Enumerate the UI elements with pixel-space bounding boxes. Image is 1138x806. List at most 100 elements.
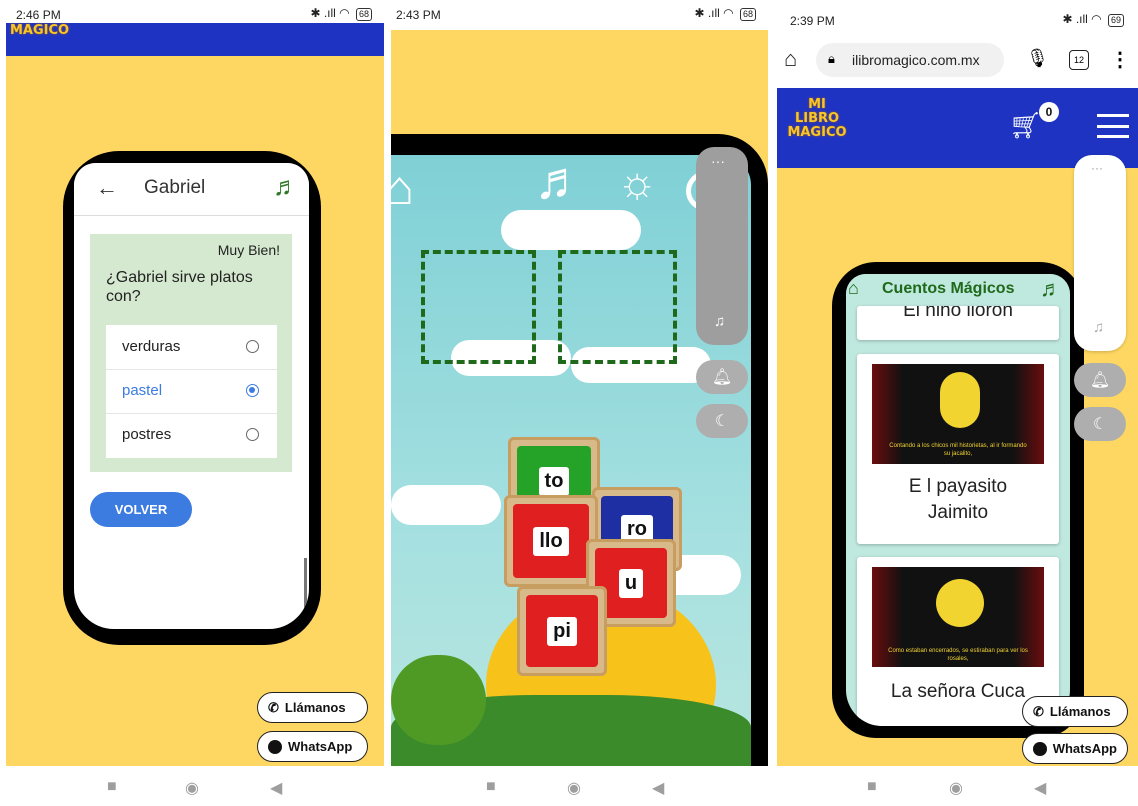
- battery-icon: 68: [739, 8, 756, 21]
- bell-button[interactable]: 🔔︎: [1074, 363, 1126, 397]
- back-icon[interactable]: ◀: [270, 778, 282, 798]
- phone-icon: ✆: [268, 699, 279, 715]
- story-thumbnail: Como estaban encerrados, se estiraban pa…: [872, 567, 1044, 667]
- phone-frame: ⌂ Cuentos Mágicos ♬ El niño llorón Conta…: [832, 262, 1084, 738]
- android-nav-bar: ■ ◉ ◀: [386, 766, 770, 806]
- bell-icon: 🔔︎: [711, 369, 733, 386]
- whatsapp-icon: [1033, 741, 1047, 756]
- call-label: Llámanos: [1049, 704, 1111, 719]
- battery-icon: 69: [1107, 14, 1124, 27]
- whatsapp-button[interactable]: WhatsApp: [257, 731, 368, 762]
- drop-slot-2[interactable]: [558, 250, 677, 364]
- home-icon[interactable]: ⌂: [848, 278, 859, 299]
- story-card[interactable]: Contando a los chicos mil historietas, a…: [857, 354, 1059, 544]
- phone-frame: ← Gabriel ♬ Muy Bien! ¿Gabriel sirve pla…: [63, 151, 321, 645]
- url-text: ilibromagico.com.mx: [852, 52, 980, 68]
- address-bar[interactable]: 🔒︎ ilibromagico.com.mx: [816, 43, 1004, 77]
- home-icon[interactable]: ◉: [567, 778, 581, 798]
- phone-icon: ✆: [1033, 703, 1044, 719]
- logo-line: MAGICO: [787, 125, 847, 140]
- kebab-menu-icon[interactable]: ⋮: [1110, 47, 1130, 72]
- browser-toolbar: ⌂ 🔒︎ ilibromagico.com.mx 🎙︎ 12 ⋮: [770, 38, 1138, 86]
- cloud: [391, 485, 501, 525]
- home-icon[interactable]: ◉: [949, 778, 963, 798]
- question-text: ¿Gabriel sirve platos con?: [106, 269, 253, 305]
- back-arrow-icon[interactable]: ←: [96, 175, 118, 201]
- radio-button[interactable]: [246, 340, 259, 353]
- more-dots-icon[interactable]: ···: [711, 153, 725, 169]
- music-off-icon[interactable]: ♬: [1040, 276, 1062, 302]
- radio-button[interactable]: [246, 428, 259, 441]
- option-pastel[interactable]: pastel: [106, 369, 277, 414]
- android-nav-bar: ■ ◉ ◀: [0, 766, 386, 806]
- status-bar: 2:39 PM ✱ .ıll ◠ 69: [770, 0, 1138, 30]
- status-time: 2:46 PM: [16, 8, 61, 22]
- music-note-icon[interactable]: ♫: [1093, 319, 1104, 336]
- option-postres[interactable]: postres: [106, 413, 277, 457]
- recents-icon[interactable]: ■: [486, 778, 496, 796]
- status-icons: ✱ .ıll ◠ 69: [1062, 12, 1124, 27]
- music-off-icon[interactable]: ♬: [273, 171, 299, 202]
- whatsapp-button[interactable]: WhatsApp: [1022, 733, 1128, 764]
- cube-label: llo: [533, 526, 569, 556]
- drop-slot-1[interactable]: [421, 250, 536, 364]
- cube-label: to: [538, 466, 570, 496]
- radio-button-selected[interactable]: [246, 384, 259, 397]
- story-card[interactable]: El niño llorón: [857, 306, 1059, 340]
- feedback-text: Muy Bien!: [217, 242, 280, 258]
- home-icon[interactable]: ◉: [185, 778, 199, 798]
- back-icon[interactable]: ◀: [1034, 778, 1046, 798]
- tree: [391, 655, 486, 745]
- app-header: ← Gabriel ♬: [74, 163, 309, 216]
- home-outline-icon[interactable]: ⌂: [391, 165, 414, 213]
- status-time: 2:43 PM: [396, 8, 441, 22]
- site-logo[interactable]: MAGICO: [10, 23, 69, 38]
- status-icons: ✱ .ıll ◠ 68: [310, 6, 372, 21]
- cloud: [501, 210, 641, 250]
- screenshot-quiz: 2:46 PM ✱ .ıll ◠ 68 MAGICO ← Gabriel ♬ M…: [0, 0, 386, 806]
- scrollbar[interactable]: [304, 558, 307, 613]
- more-dots-icon[interactable]: ···: [1091, 161, 1103, 175]
- lock-icon: 🔒︎: [828, 51, 835, 66]
- whatsapp-icon: [268, 739, 282, 754]
- dark-mode-button[interactable]: ☾: [696, 404, 748, 438]
- recents-icon[interactable]: ■: [107, 778, 117, 796]
- bell-button[interactable]: 🔔︎: [696, 360, 748, 394]
- music-note-icon[interactable]: ♫: [714, 313, 725, 330]
- android-nav-bar: ■ ◉ ◀: [770, 766, 1138, 806]
- clown-figure: [940, 372, 980, 428]
- hint-bulb-icon[interactable]: ☼: [617, 161, 657, 205]
- header-title: Cuentos Mágicos: [882, 280, 1015, 297]
- screenshot-store: 2:39 PM ✱ .ıll ◠ 69 ⌂ 🔒︎ ilibromagico.co…: [770, 0, 1138, 806]
- chick-figure: [936, 579, 984, 627]
- back-icon[interactable]: ◀: [652, 778, 664, 798]
- status-time: 2:39 PM: [790, 14, 835, 28]
- options-list: verduras pastel postres: [106, 325, 277, 458]
- option-label: pastel: [122, 382, 163, 399]
- cube-label: pi: [547, 616, 577, 646]
- quiz-card: Muy Bien! ¿Gabriel sirve platos con? ver…: [90, 234, 292, 472]
- call-button[interactable]: ✆ Llámanos: [257, 692, 368, 723]
- header-title: Gabriel: [144, 177, 206, 198]
- site-header: MAGICO: [6, 23, 384, 56]
- call-button[interactable]: ✆ Llámanos: [1022, 696, 1128, 727]
- moon-icon: ☾: [1092, 416, 1108, 433]
- dark-mode-button[interactable]: ☾: [1074, 407, 1126, 441]
- phone-screen: ← Gabriel ♬ Muy Bien! ¿Gabriel sirve pla…: [74, 163, 309, 629]
- cart-icon[interactable]: 🛒︎: [1009, 110, 1042, 141]
- syllable-cube[interactable]: llo: [504, 495, 598, 587]
- syllable-cube[interactable]: pi: [517, 586, 607, 676]
- whatsapp-label: WhatsApp: [288, 739, 353, 754]
- microphone-icon[interactable]: 🎙︎: [1026, 48, 1049, 69]
- phone-screen: ⌂ Cuentos Mágicos ♬ El niño llorón Conta…: [846, 274, 1070, 726]
- hamburger-menu-icon[interactable]: [1097, 114, 1129, 138]
- music-off-icon[interactable]: ♬: [534, 155, 586, 207]
- tabs-count[interactable]: 12: [1069, 50, 1089, 70]
- screenshot-game: 2:43 PM ✱ .ıll ◠ 68 ⌂ ♬ ☼ to ro llo u pi…: [386, 0, 770, 806]
- home-icon[interactable]: ⌂: [784, 46, 797, 72]
- back-button[interactable]: VOLVER: [90, 492, 192, 527]
- side-controls-panel: ··· ♫: [1074, 155, 1126, 351]
- site-logo[interactable]: MI LIBRO MAGICO: [782, 98, 852, 140]
- option-verduras[interactable]: verduras: [106, 325, 277, 370]
- recents-icon[interactable]: ■: [867, 778, 877, 796]
